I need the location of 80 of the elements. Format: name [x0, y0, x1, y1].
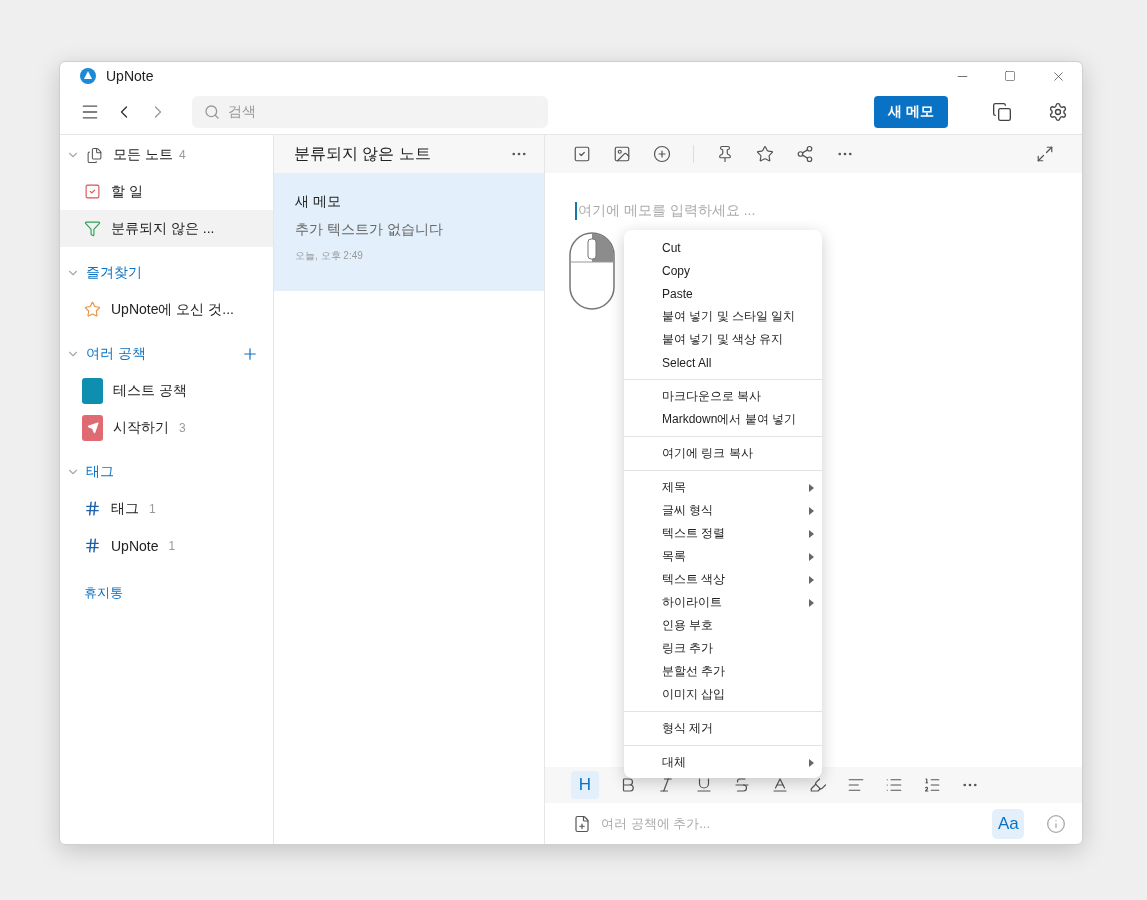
share-icon[interactable]: [796, 145, 814, 163]
section-header[interactable]: 태그: [86, 463, 114, 481]
item-label: UpNote에 오신 것...: [111, 300, 234, 319]
checkbox-icon[interactable]: [573, 145, 591, 163]
window-title: UpNote: [106, 68, 154, 84]
note-title: 새 메모: [295, 193, 342, 211]
text-color-icon[interactable]: [771, 776, 789, 794]
sidebar-item[interactable]: 분류되지 않은 ...: [60, 210, 273, 247]
menu-item[interactable]: 분할선 추가: [624, 660, 822, 683]
note-count: 3: [179, 420, 186, 435]
menu-item[interactable]: Cut: [624, 236, 822, 259]
sidebar-item[interactable]: 태그 1: [60, 490, 273, 527]
mouse-icon: [569, 232, 615, 310]
menu-item[interactable]: 붙여 넣기 및 색상 유지: [624, 328, 822, 351]
numbered-list-icon[interactable]: [923, 776, 941, 794]
menu-item[interactable]: 인용 부호: [624, 614, 822, 637]
menu-item[interactable]: 대체: [624, 751, 822, 774]
item-label: UpNote: [111, 537, 159, 554]
trash-link[interactable]: 휴지통: [60, 564, 273, 602]
maximize-icon[interactable]: [1004, 70, 1016, 82]
menu-item[interactable]: 목록: [624, 545, 822, 568]
star-icon: [84, 301, 101, 318]
menu-item[interactable]: 하이라이트: [624, 591, 822, 614]
section-header[interactable]: 즐겨찾기: [86, 264, 142, 282]
highlighter-icon[interactable]: [809, 776, 827, 794]
menu-item[interactable]: 이미지 삽입: [624, 683, 822, 706]
section-header[interactable]: 모든 노트: [113, 146, 173, 164]
heading-button[interactable]: H: [571, 771, 599, 799]
add-circle-icon[interactable]: [653, 145, 671, 163]
menu-item[interactable]: 링크 추가: [624, 637, 822, 660]
item-label: 태그: [111, 499, 139, 518]
menu-item[interactable]: 붙여 넣기 및 스타일 일치: [624, 305, 822, 328]
sidebar-item[interactable]: UpNote에 오신 것...: [60, 291, 273, 328]
hash-icon: [84, 537, 101, 554]
note-card[interactable]: 새 메모 추가 텍스트가 없습니다 오늘, 오후 2:49: [274, 173, 544, 291]
settings-icon[interactable]: [1048, 102, 1068, 122]
bullet-list-icon[interactable]: [885, 776, 903, 794]
checkbox-icon: [84, 183, 101, 200]
note-count: 1: [149, 501, 156, 516]
item-label: 시작하기: [113, 418, 169, 437]
menu-item[interactable]: Copy: [624, 259, 822, 282]
add-notebook-icon[interactable]: [573, 814, 591, 833]
search-icon: [204, 104, 220, 120]
underline-icon[interactable]: [695, 776, 713, 794]
italic-icon[interactable]: [657, 776, 675, 794]
menu-item[interactable]: Markdown에서 붙여 넣기: [624, 408, 822, 431]
expand-icon[interactable]: [1036, 145, 1054, 163]
font-button[interactable]: Aa: [992, 808, 1024, 839]
new-note-button[interactable]: 새 메모: [874, 96, 948, 128]
list-title: 분류되지 않은 노트: [294, 143, 431, 164]
menu-item[interactable]: 제목: [624, 476, 822, 499]
strikethrough-icon[interactable]: [733, 776, 751, 794]
sidebar-item[interactable]: 할 일: [60, 173, 273, 210]
note-time: 오늘, 오후 2:49: [295, 249, 364, 263]
menu-item[interactable]: 텍스트 정렬: [624, 522, 822, 545]
align-icon[interactable]: [847, 776, 865, 794]
star-icon[interactable]: [756, 145, 774, 163]
menu-item[interactable]: Paste: [624, 282, 822, 305]
image-icon[interactable]: [613, 145, 631, 163]
item-label: 테스트 공책: [113, 381, 187, 400]
menu-item[interactable]: 글씨 형식: [624, 499, 822, 522]
note-count: 1: [168, 538, 176, 553]
section-header[interactable]: 여러 공책: [86, 345, 146, 363]
menu-item[interactable]: Select All: [624, 351, 822, 374]
hash-icon: [84, 500, 101, 517]
item-label: 할 일: [111, 182, 143, 201]
note-count: 4: [178, 148, 186, 162]
sidebar-item[interactable]: 테스트 공책: [60, 372, 273, 409]
filter-icon: [84, 220, 101, 237]
pin-icon[interactable]: [716, 145, 734, 163]
menu-item[interactable]: 여기에 링크 복사: [624, 442, 822, 465]
note-preview: 추가 텍스트가 없습니다: [295, 221, 444, 239]
menu-item[interactable]: 마크다운으로 복사: [624, 385, 822, 408]
sidebar-item[interactable]: UpNote 1: [60, 527, 273, 564]
app-logo-icon: [80, 68, 96, 84]
item-label: 분류되지 않은 ...: [111, 219, 215, 238]
sidebar-item[interactable]: 시작하기 3: [60, 409, 273, 446]
menu-item[interactable]: 형식 제거: [624, 717, 822, 740]
copy-icon[interactable]: [992, 102, 1012, 122]
menu-item[interactable]: 텍스트 색상: [624, 568, 822, 591]
